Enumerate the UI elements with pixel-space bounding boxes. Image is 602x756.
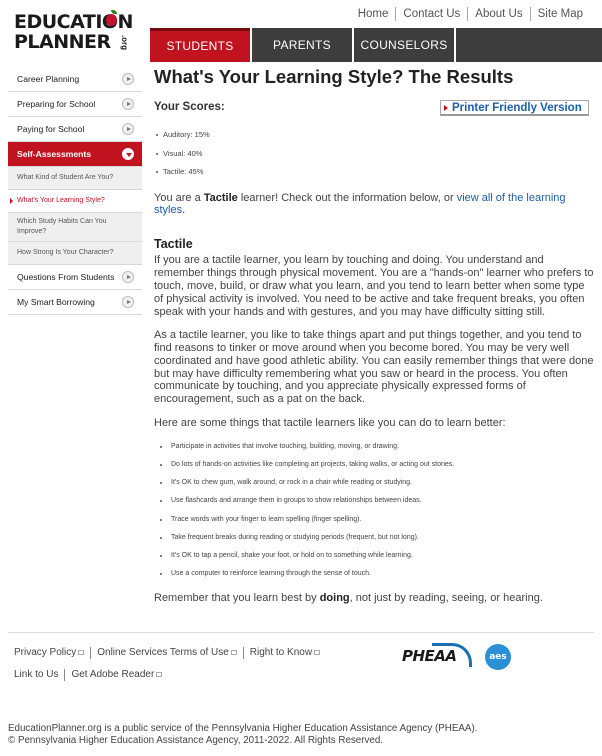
list-item: Use a computer to reinforce learning thr… [154, 565, 594, 583]
chevron-right-icon [122, 98, 134, 110]
chevron-right-icon [122, 271, 134, 283]
list-item: Take frequent breaks during reading or s… [154, 529, 594, 547]
sidebar-item-label: How Strong Is Your Character? [17, 249, 114, 256]
learner-mid: learner! Check out the information below… [237, 191, 457, 204]
logo-line2: PLANNER [14, 31, 111, 53]
list-item: It's OK to chew gum, walk around, or roc… [154, 474, 594, 492]
scores-header: Your Scores: Printer Friendly Version [154, 100, 594, 119]
main-nav: STUDENTS PARENTS COUNSELORS [150, 28, 602, 62]
logo-suffix: .org [120, 34, 130, 51]
site-map-link[interactable]: Site Map [529, 7, 590, 21]
external-link-icon [314, 649, 321, 655]
chevron-right-icon [122, 296, 134, 308]
learner-prefix: You are a [154, 191, 204, 204]
tab-parents[interactable]: PARENTS [252, 28, 352, 62]
utility-nav: Home Contact Us About Us Site Map [351, 7, 590, 21]
sidebar-subitem-character[interactable]: How Strong Is Your Character? [8, 242, 142, 265]
page-title: What's Your Learning Style? The Results [154, 66, 514, 87]
learner-type: Tactile [203, 191, 238, 204]
tactile-traits: As a tactile learner, you like to take t… [154, 328, 594, 406]
external-link-icon [78, 649, 85, 655]
list-item: Trace words with your finger to learn sp… [154, 511, 594, 529]
copyright-note: © Pennsylvania Higher Education Assistan… [8, 735, 383, 746]
score-auditory: Auditory: 15% [154, 126, 594, 145]
list-item: It's OK to tap a pencil, shake your foot… [154, 547, 594, 565]
swoosh-icon [432, 643, 472, 667]
tactile-description: If you are a tactile learner, you learn … [154, 254, 594, 318]
closing-end: , not just by reading, seeing, or hearin… [349, 591, 543, 604]
chevron-down-icon [122, 148, 134, 160]
tips-intro: Here are some things that tactile learne… [154, 417, 506, 430]
closing-prefix: Remember that you learn best by [154, 591, 320, 604]
terms-of-use-link[interactable]: Online Services Terms of Use [90, 647, 243, 659]
sidebar-item-preparing-for-school[interactable]: Preparing for School [8, 92, 142, 117]
nav-filler [456, 28, 602, 62]
pheaa-logo[interactable]: PHEAA [402, 643, 474, 669]
sidebar-item-label: Paying for School [17, 124, 85, 134]
aes-logo[interactable]: aes [485, 644, 511, 670]
sidebar-item-self-assessments[interactable]: Self-Assessments [8, 142, 142, 167]
external-link-icon [230, 649, 237, 655]
list-item: Use flashcards and arrange them in group… [154, 492, 594, 510]
sidebar-item-label: My Smart Borrowing [17, 297, 95, 307]
tips-list: Participate in activities that involve t… [154, 438, 594, 583]
sidebar-subitem-learning-style[interactable]: What's Your Learning Style? [8, 190, 142, 213]
list-item: Do lots of hands-on activities like comp… [154, 456, 594, 474]
sidebar-subitem-study-habits[interactable]: Which Study Habits Can You Improve? [8, 213, 142, 242]
link-label: Right to Know [249, 647, 313, 658]
leaf-icon [111, 10, 117, 14]
tab-counselors[interactable]: COUNSELORS [354, 28, 454, 62]
learner-result: You are a Tactile learner! Check out the… [154, 192, 594, 218]
sidebar-item-label: Preparing for School [17, 99, 96, 109]
external-link-icon [156, 671, 163, 677]
chevron-right-icon [122, 73, 134, 85]
sidebar-item-questions-from-students[interactable]: Questions From Students [8, 265, 142, 290]
link-to-us-link[interactable]: Link to Us [14, 669, 64, 681]
privacy-policy-link[interactable]: Privacy Policy [14, 647, 90, 659]
tab-students[interactable]: STUDENTS [150, 28, 250, 62]
sidebar-item-label: Career Planning [17, 74, 80, 84]
footer-links-row2: Link to Us Get Adobe Reader [14, 669, 168, 681]
sidebar-item-label: What Kind of Student Are You? [17, 174, 114, 181]
get-adobe-reader-link[interactable]: Get Adobe Reader [64, 669, 168, 681]
sidebar-item-label: Self-Assessments [17, 149, 92, 159]
home-link[interactable]: Home [351, 7, 396, 21]
link-label: Get Adobe Reader [71, 669, 155, 680]
section-title: Tactile [154, 237, 193, 252]
footer-note: EducationPlanner.org is a public service… [8, 723, 477, 747]
link-label: Online Services Terms of Use [97, 647, 229, 658]
sidebar-item-career-planning[interactable]: Career Planning [8, 67, 142, 92]
list-item: Participate in activities that involve t… [154, 438, 594, 456]
footer-divider [8, 632, 594, 633]
score-tactile: Tactile: 45% [154, 163, 594, 182]
sidebar: Career Planning Preparing for School Pay… [8, 67, 142, 315]
footer-links-row1: Privacy Policy Online Services Terms of … [14, 647, 326, 659]
learner-end: . [182, 204, 186, 217]
printer-friendly-button[interactable]: Printer Friendly Version [440, 100, 589, 116]
link-label: Privacy Policy [14, 647, 77, 658]
sidebar-item-paying-for-school[interactable]: Paying for School [8, 117, 142, 142]
about-us-link[interactable]: About Us [467, 7, 529, 21]
score-list: Auditory: 15% Visual: 40% Tactile: 45% [154, 126, 594, 182]
closing-bold: doing [319, 591, 350, 604]
closing-note: Remember that you learn best by doing, n… [154, 592, 594, 605]
sidebar-item-label: Questions From Students [17, 272, 115, 282]
sidebar-item-my-smart-borrowing[interactable]: My Smart Borrowing [8, 290, 142, 315]
sidebar-subitem-what-kind-of-student[interactable]: What Kind of Student Are You? [8, 167, 142, 190]
public-service-note: EducationPlanner.org is a public service… [8, 723, 478, 734]
link-label: Link to Us [14, 669, 59, 680]
main-content: What's Your Learning Style? The Results … [154, 66, 594, 605]
right-to-know-link[interactable]: Right to Know [242, 647, 326, 659]
chevron-right-icon [122, 123, 134, 135]
sidebar-item-label: What's Your Learning Style? [17, 197, 105, 204]
sidebar-item-label: Which Study Habits Can You Improve? [17, 218, 107, 235]
apple-icon [106, 14, 117, 26]
score-visual: Visual: 40% [154, 145, 594, 164]
education-planner-logo[interactable]: EDUCATION PLANNER .org [14, 10, 134, 62]
contact-us-link[interactable]: Contact Us [395, 7, 467, 21]
